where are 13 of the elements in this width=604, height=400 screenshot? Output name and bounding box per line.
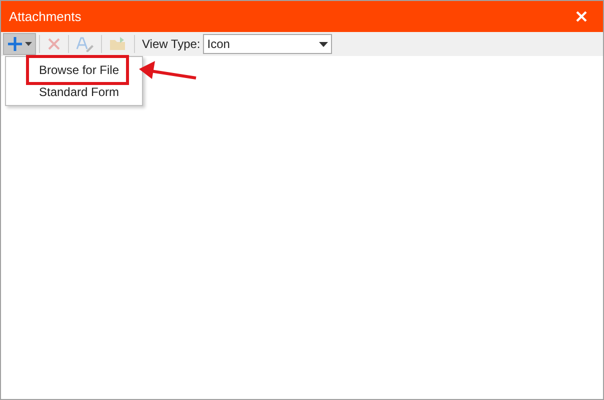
view-type-dropdown[interactable]: Icon bbox=[203, 34, 332, 54]
caret-icon bbox=[319, 42, 328, 46]
view-type-label: View Type: bbox=[142, 36, 200, 53]
caret-icon bbox=[25, 42, 32, 46]
plus-icon bbox=[7, 36, 23, 52]
menu-item[interactable]: Browse for File bbox=[39, 61, 120, 79]
arrow-drawing bbox=[137, 61, 197, 81]
close-icon bbox=[47, 37, 61, 51]
window-title: Attachments bbox=[9, 8, 82, 26]
menu-item[interactable]: Standard Form bbox=[39, 83, 120, 101]
close-icon bbox=[576, 11, 586, 22]
folder-icon bbox=[109, 36, 127, 52]
letter-pen-icon bbox=[76, 36, 94, 52]
